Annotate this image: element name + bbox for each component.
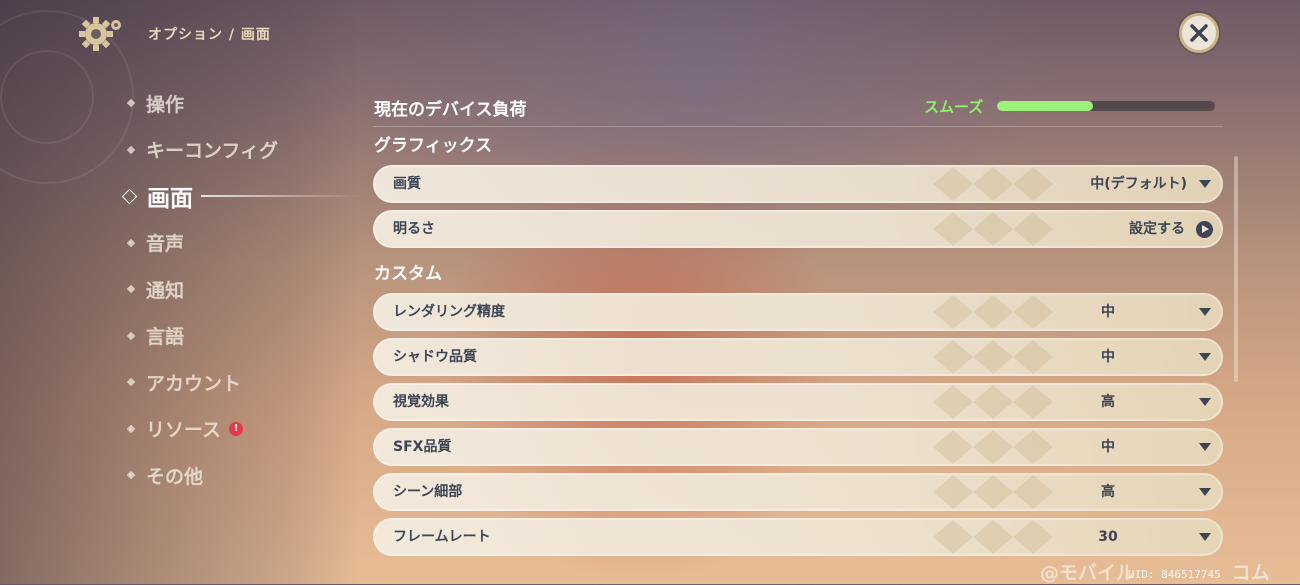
bullet-diamond-icon (126, 238, 136, 247)
row-ornament (933, 520, 1053, 554)
chevron-down-icon (1199, 398, 1211, 406)
device-load-meter: 現在のデバイス負荷 スムーズ (373, 90, 1223, 127)
setting-value: 中(デフォルト) (1090, 176, 1187, 192)
setting-label: シーン細部 (393, 484, 463, 500)
bullet-diamond-icon (126, 471, 136, 480)
decorative-emblem-inner (0, 50, 94, 144)
nav-item-language[interactable]: 言語 (126, 313, 361, 360)
watermark-text: @モバイル (1040, 562, 1136, 584)
device-load-label: 現在のデバイス負荷 (374, 100, 527, 120)
scrollbar[interactable] (1234, 156, 1238, 382)
settings-nav: 操作 キーコンフィグ 画面 音声 通知 言語 アカウント リソース ! その他 (121, 80, 361, 499)
nav-item-label: 言語 (146, 326, 185, 349)
nav-item-label: 通知 (146, 279, 185, 302)
setting-label: フレームレート (393, 529, 491, 545)
bullet-diamond-icon (126, 424, 136, 433)
setting-row-sfx-quality[interactable]: SFX品質 中 (373, 428, 1223, 466)
bullet-diamond-icon (126, 99, 136, 108)
row-ornament (933, 430, 1053, 464)
setting-value: 設定する (1129, 221, 1185, 237)
nav-item-label: リソース (146, 419, 222, 442)
setting-label: 明るさ (393, 221, 435, 237)
row-ornament (933, 295, 1053, 329)
header: オプション / 画面 (78, 14, 271, 54)
chevron-down-icon (1199, 443, 1211, 451)
device-load-bar (997, 101, 1215, 111)
setting-label: 視覚効果 (393, 394, 449, 410)
gear-icon (79, 17, 121, 51)
setting-value: 高 (1101, 484, 1115, 500)
nav-item-display[interactable]: 画面 (121, 173, 361, 220)
setting-value: 中 (1101, 304, 1115, 320)
nav-item-other[interactable]: その他 (126, 452, 361, 499)
setting-value: 30 (1098, 529, 1118, 545)
nav-item-label: 操作 (146, 93, 185, 116)
setting-label: SFX品質 (393, 439, 452, 455)
nav-item-key-config[interactable]: キーコンフィグ (126, 127, 361, 174)
row-ornament (933, 475, 1053, 509)
setting-value: 中 (1101, 439, 1115, 455)
alert-badge: ! (229, 421, 244, 436)
chevron-down-icon (1199, 488, 1211, 496)
setting-label: シャドウ品質 (393, 349, 477, 365)
close-button[interactable] (1179, 13, 1219, 53)
chevron-down-icon (1199, 533, 1211, 541)
device-load-bar-fill (997, 101, 1093, 111)
setting-row-frame-rate[interactable]: フレームレート 30 (373, 518, 1223, 556)
nav-item-controls[interactable]: 操作 (126, 80, 361, 127)
section-title-graphics: グラフィックス (374, 136, 493, 156)
setting-row-render-resolution[interactable]: レンダリング精度 中 (373, 293, 1223, 331)
play-arrow-icon (1196, 221, 1213, 238)
active-sparkle (201, 195, 361, 198)
breadcrumb: オプション / 画面 (148, 27, 271, 43)
row-ornament (933, 167, 1053, 201)
nav-item-resources[interactable]: リソース ! (126, 406, 361, 453)
setting-label: レンダリング精度 (393, 304, 505, 320)
row-ornament (933, 385, 1053, 419)
setting-row-scene-detail[interactable]: シーン細部 高 (373, 473, 1223, 511)
nav-item-label: キーコンフィグ (146, 140, 279, 163)
setting-value: 高 (1101, 394, 1115, 410)
nav-item-label: アカウント (146, 372, 242, 395)
setting-label: 画質 (393, 176, 421, 192)
setting-row-quality[interactable]: 画質 中(デフォルト) (373, 165, 1223, 203)
nav-item-notifications[interactable]: 通知 (126, 266, 361, 313)
setting-value: 中 (1101, 349, 1115, 365)
bullet-diamond-icon (126, 145, 136, 154)
close-icon (1190, 24, 1208, 42)
bullet-diamond-icon (126, 331, 136, 340)
chevron-down-icon (1199, 308, 1211, 316)
nav-item-label: その他 (146, 465, 204, 488)
chevron-down-icon (1199, 353, 1211, 361)
row-ornament (933, 212, 1053, 246)
bullet-diamond-icon (126, 378, 136, 387)
section-title-custom: カスタム (374, 264, 442, 284)
nav-item-label: 音声 (146, 233, 185, 256)
uid-label: UID: 846517745 (1128, 568, 1221, 581)
nav-item-label: 画面 (147, 186, 193, 213)
setting-row-visual-effects[interactable]: 視覚効果 高 (373, 383, 1223, 421)
settings-panel: 現在のデバイス負荷 スムーズ グラフィックス 画質 中(デフォルト) 明るさ 設… (373, 90, 1223, 563)
chevron-down-icon (1199, 180, 1211, 188)
nav-item-audio[interactable]: 音声 (126, 220, 361, 267)
device-load-status: スムーズ (924, 98, 984, 116)
setting-row-brightness[interactable]: 明るさ 設定する (373, 210, 1223, 248)
setting-row-shadow-quality[interactable]: シャドウ品質 中 (373, 338, 1223, 376)
nav-item-account[interactable]: アカウント (126, 359, 361, 406)
row-ornament (933, 340, 1053, 374)
watermark-text-tail: コム (1231, 562, 1270, 584)
bullet-diamond-icon (126, 285, 136, 294)
